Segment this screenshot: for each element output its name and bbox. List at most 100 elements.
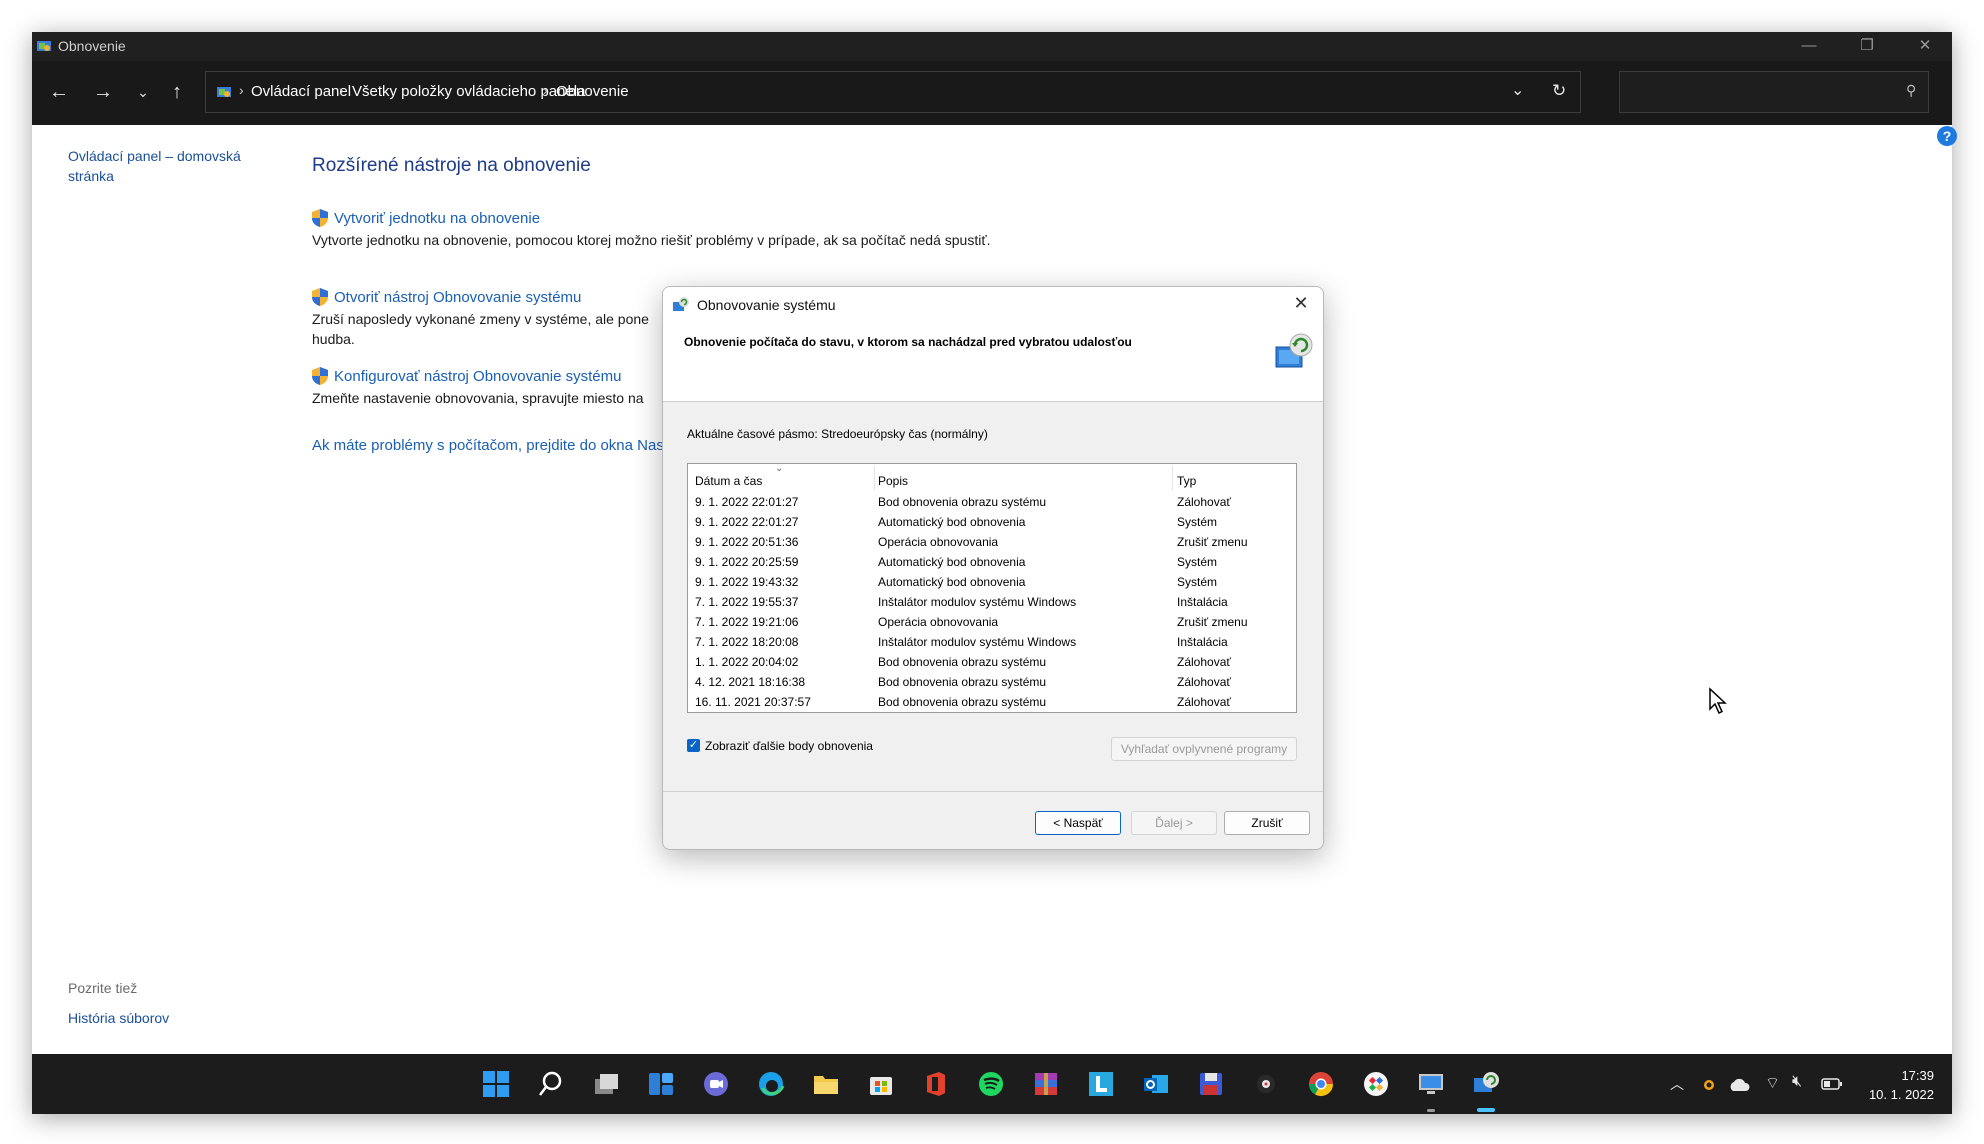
row-description: Bod obnovenia obrazu systému — [878, 495, 1047, 509]
mouse-pointer-icon — [1709, 687, 1727, 715]
battery-icon[interactable] — [1821, 1077, 1843, 1091]
address-bar[interactable]: › Ovládací panel › Všetky položky ovláda… — [205, 71, 1581, 113]
file-explorer-icon[interactable] — [812, 1070, 840, 1098]
restore-button[interactable]: ❐ — [1838, 32, 1896, 61]
troubleshooting-link[interactable]: Ak máte problémy s počítačom, prejdite d… — [312, 437, 664, 454]
column-header-date[interactable]: Dátum a čas — [695, 474, 762, 488]
next-button[interactable]: Ďalej > — [1131, 811, 1217, 835]
control-panel-icon — [217, 87, 231, 97]
system-restore-icon[interactable] — [1472, 1070, 1500, 1098]
taskbar: ︿ ⌔ 🔇︎ 17:39 10. 1. 2022 — [32, 1054, 1952, 1114]
back-button[interactable]: < Naspäť — [1035, 811, 1121, 835]
row-date: 9. 1. 2022 20:51:36 — [695, 535, 799, 549]
chevron-right-icon[interactable]: › — [339, 82, 344, 98]
onedrive-cloud-icon[interactable] — [1728, 1078, 1750, 1092]
table-row[interactable]: 9. 1. 2022 19:43:32 Automatický bod obnov… — [688, 572, 1294, 592]
l-app-icon[interactable] — [1087, 1070, 1115, 1098]
breadcrumb-control-panel[interactable]: Ovládací panel — [251, 83, 351, 100]
row-description: Automatický bod obnovenia — [878, 575, 1026, 589]
media-app-icon[interactable] — [1252, 1070, 1280, 1098]
column-divider[interactable] — [1172, 466, 1173, 490]
row-date: 7. 1. 2022 19:21:06 — [695, 615, 799, 629]
outlook-icon[interactable] — [1142, 1070, 1170, 1098]
row-description: Inštalátor modulov systému Windows — [878, 635, 1077, 649]
start-icon[interactable] — [482, 1070, 510, 1098]
sun-tray-icon[interactable] — [1700, 1076, 1718, 1094]
table-row[interactable]: 7. 1. 2022 19:55:37 Inštalátor modulov sy… — [688, 592, 1294, 612]
window-title: Obnovenie — [58, 38, 126, 54]
restore-points-table[interactable]: Dátum a čas ⌄ Popis Typ 9. 1. 2022 22:01… — [687, 463, 1297, 713]
close-button[interactable]: ✕ — [1896, 32, 1954, 61]
column-header-type[interactable]: Typ — [1177, 474, 1196, 488]
wifi-icon[interactable]: ⌔ — [1765, 1073, 1780, 1093]
breadcrumb-all-items[interactable]: Všetky položky ovládacieho panela — [352, 83, 585, 100]
sort-descending-icon: ⌄ — [775, 463, 784, 474]
row-type: Zálohovať — [1177, 655, 1231, 669]
recent-locations-chevron-icon[interactable]: ⌄ — [131, 81, 155, 105]
navigation-bar: ← → ⌄ ↑ › Ovládací panel › Všetky položk… — [32, 61, 1952, 125]
office-icon[interactable] — [922, 1070, 950, 1098]
chevron-right-icon[interactable]: › — [239, 82, 244, 98]
open-system-restore-link[interactable]: Otvoriť nástroj Obnovovanie systému — [334, 289, 581, 306]
chat-icon[interactable] — [702, 1070, 730, 1098]
show-hidden-icons-chevron-icon[interactable]: ︿ — [1670, 1074, 1684, 1094]
search-icon[interactable]: ⚲ — [1906, 82, 1916, 99]
breadcrumb-recovery[interactable]: Obnovenie — [556, 83, 629, 100]
dialog-close-icon[interactable]: ✕ — [1289, 293, 1313, 314]
row-type: Zrušiť zmenu — [1177, 615, 1248, 629]
row-type: Inštalácia — [1177, 635, 1228, 649]
table-row[interactable]: 9. 1. 2022 20:51:36 Operácia obnovovania Z… — [688, 532, 1294, 552]
search-icon[interactable] — [537, 1070, 565, 1098]
row-description: Bod obnovenia obrazu systému — [878, 695, 1047, 709]
dialog-title: Obnovovanie systému — [697, 297, 836, 313]
colorful-app-icon[interactable] — [1362, 1070, 1390, 1098]
file-history-link[interactable]: História súborov — [68, 1010, 169, 1026]
address-dropdown-chevron-icon[interactable]: ⌄ — [1511, 80, 1524, 100]
table-row[interactable]: 9. 1. 2022 22:01:27 Automatický bod obnov… — [688, 512, 1294, 532]
help-icon[interactable]: ? — [1937, 126, 1957, 146]
row-description: Bod obnovenia obrazu systému — [878, 675, 1047, 689]
edge-icon[interactable] — [757, 1070, 785, 1098]
minimize-button[interactable]: — — [1780, 32, 1838, 61]
table-row[interactable]: 9. 1. 2022 20:25:59 Automatický bod obnov… — [688, 552, 1294, 572]
remote-desktop-icon[interactable] — [1417, 1070, 1445, 1098]
system-restore-large-icon — [1275, 333, 1313, 368]
row-type: Zálohovať — [1177, 495, 1231, 509]
refresh-icon[interactable]: ↻ — [1552, 81, 1566, 101]
cancel-button[interactable]: Zrušiť — [1224, 811, 1310, 835]
back-arrow-icon[interactable]: ← — [47, 81, 71, 105]
table-row[interactable]: 9. 1. 2022 22:01:27 Bod obnovenia obrazu … — [688, 492, 1294, 512]
scan-affected-programs-button[interactable]: Vyhľadať ovplyvnené programy — [1111, 737, 1297, 761]
table-row[interactable]: 7. 1. 2022 18:20:08 Inštalátor modulov sy… — [688, 632, 1294, 652]
control-panel-icon — [37, 41, 51, 51]
spotify-icon[interactable] — [977, 1070, 1005, 1098]
search-box[interactable]: ⚲ — [1619, 71, 1929, 113]
clock-date: 10. 1. 2022 — [1868, 1087, 1934, 1102]
table-row[interactable]: 1. 1. 2022 20:04:02 Bod obnovenia obrazu … — [688, 652, 1294, 672]
table-row[interactable]: 16. 11. 2021 20:37:57 Bod obnovenia obraz… — [688, 692, 1294, 712]
up-arrow-icon[interactable]: ↑ — [165, 81, 189, 105]
winrar-icon[interactable] — [1032, 1070, 1060, 1098]
chevron-right-icon[interactable]: › — [543, 82, 548, 98]
create-recovery-drive-link[interactable]: Vytvoriť jednotku na obnovenie — [334, 210, 540, 227]
forward-arrow-icon[interactable]: → — [91, 81, 115, 105]
column-header-description[interactable]: Popis — [878, 474, 908, 488]
task-view-icon[interactable] — [592, 1070, 620, 1098]
table-row[interactable]: 7. 1. 2022 19:21:06 Operácia obnovovania Z… — [688, 612, 1294, 632]
clock-time: 17:39 — [1901, 1068, 1934, 1083]
save-app-icon[interactable] — [1197, 1070, 1225, 1098]
row-date: 9. 1. 2022 22:01:27 — [695, 515, 799, 529]
widgets-icon[interactable] — [647, 1070, 675, 1098]
chrome-icon[interactable] — [1307, 1070, 1335, 1098]
configure-system-restore-link[interactable]: Konfigurovať nástroj Obnovovanie systému — [334, 368, 621, 385]
show-more-restore-points-checkbox[interactable]: ✓ — [687, 739, 700, 752]
table-row[interactable]: 4. 12. 2021 18:16:38 Bod obnovenia obrazu… — [688, 672, 1294, 692]
control-panel-home-link[interactable]: Ovládací panel – domovská stránka — [68, 146, 278, 186]
volume-muted-icon[interactable]: 🔇︎ — [1792, 1073, 1802, 1091]
clock[interactable]: 17:39 10. 1. 2022 — [1854, 1066, 1934, 1104]
column-divider[interactable] — [874, 466, 875, 490]
store-icon[interactable] — [867, 1070, 895, 1098]
timezone-label: Aktuálne časové pásmo: Stredoeurópsky ča… — [687, 427, 988, 441]
row-date: 1. 1. 2022 20:04:02 — [695, 655, 799, 669]
show-more-restore-points-label[interactable]: Zobraziť ďalšie body obnovenia — [705, 739, 873, 753]
